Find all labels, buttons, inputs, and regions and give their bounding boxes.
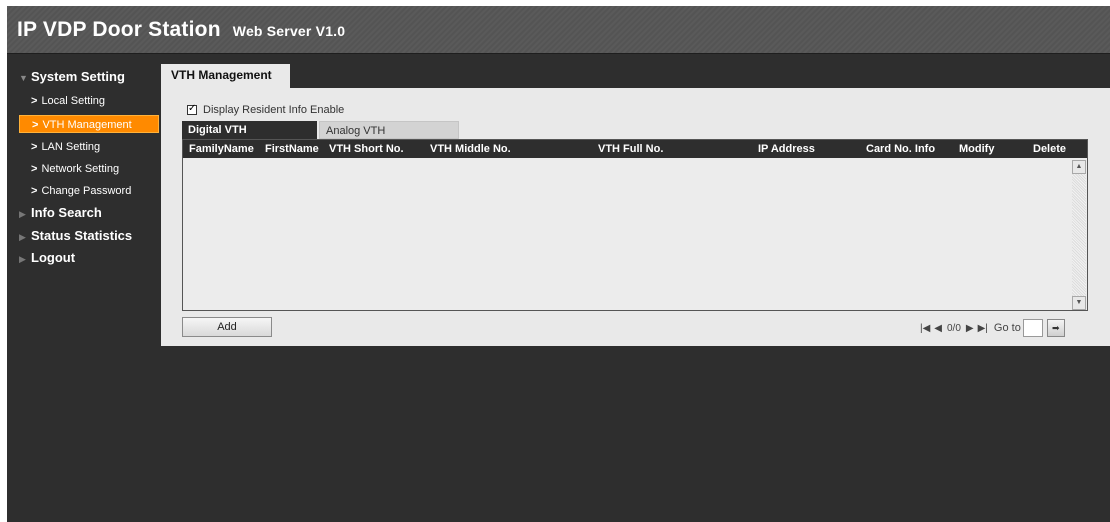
page-count: 0/0 [947,322,961,334]
chevron-right-icon: > [31,185,38,197]
display-resident-info-row[interactable]: Display Resident Info Enable [187,102,344,118]
tab-vth-management[interactable]: VTH Management [161,64,290,88]
go-button[interactable]: ➡ [1046,319,1065,337]
sidebar-group-label: Info Search [31,205,102,220]
next-page-icon[interactable]: ▶ [966,323,974,334]
goto-label: Go to [993,322,1021,334]
table-scrollbar[interactable]: ▲ ▼ [1072,160,1086,310]
sidebar-group-logout[interactable]: ▶ Logout [19,250,75,265]
sidebar-group-label: Logout [31,250,76,265]
sidebar-item-label: VTH Management [42,119,132,131]
scroll-up-button[interactable]: ▲ [1072,160,1086,174]
chevron-right-icon: > [31,95,38,107]
column-header-vth-middle-no: VTH Middle No. [430,143,511,155]
chevron-right-icon: > [31,163,38,175]
column-header-vth-full-no: VTH Full No. [598,143,664,155]
add-button[interactable]: Add [182,317,272,337]
app-title: IP VDP Door Station Web Server V1.0 [17,18,345,42]
first-page-icon[interactable]: |◀ [920,323,930,334]
triangle-right-icon: ▶ [19,232,26,242]
triangle-right-icon: ▶ [19,254,26,264]
go-arrow-icon: ➡ [1052,323,1060,333]
vth-table: FamilyName FirstName VTH Short No. VTH M… [182,139,1088,311]
sidebar-item-network-setting[interactable]: > Network Setting [19,160,159,178]
sidebar-item-label: LAN Setting [41,141,101,153]
display-resident-info-checkbox[interactable] [187,103,197,115]
tab-analog-vth-management[interactable]: Analog VTH Management [319,121,459,155]
sidebar-item-label: Change Password [41,185,132,197]
app-frame: IP VDP Door Station Web Server V1.0 ▼ Sys… [7,6,1110,522]
pager: |◀ ◀ 0/0 ▶ ▶| Go to ➡ [920,318,1065,338]
sidebar-group-status-statistics[interactable]: ▶ Status Statistics [19,228,132,243]
column-header-first-name: FirstName [265,143,319,155]
sidebar-item-local-setting[interactable]: > Local Setting [19,92,159,110]
sidebar-group-label: System Setting [31,69,125,84]
content-topbar [290,64,1110,88]
tab-digital-vth-management[interactable]: Digital VTH Management [182,121,317,154]
sidebar-item-lan-setting[interactable]: > LAN Setting [19,138,159,156]
sidebar: ▼ System Setting > Local Setting > VTH Mana… [7,54,159,522]
triangle-down-icon: ▼ [19,73,28,83]
app-title-text: IP VDP Door Station [17,18,221,41]
chevron-right-icon: > [32,119,39,131]
sidebar-item-label: Network Setting [41,163,120,175]
column-header-modify: Modify [959,143,995,155]
header: IP VDP Door Station Web Server V1.0 [7,6,1110,54]
chevron-right-icon: > [31,141,38,153]
column-header-ip-address: IP Address [758,143,815,155]
sidebar-item-vth-management[interactable]: > VTH Management [19,115,159,133]
column-header-family-name: FamilyName [189,143,254,155]
display-resident-info-label: Display Resident Info Enable [203,104,345,116]
column-header-card-no-info: Card No. Info [866,143,936,155]
sidebar-group-system-setting[interactable]: ▼ System Setting [19,69,125,84]
sidebar-group-info-search[interactable]: ▶ Info Search [19,205,102,220]
goto-page-input[interactable] [1022,319,1043,337]
column-header-delete: Delete [1033,143,1067,155]
last-page-icon[interactable]: ▶| [978,323,988,334]
table-header: FamilyName FirstName VTH Short No. VTH M… [183,140,1087,158]
sidebar-item-label: Local Setting [41,95,106,107]
triangle-right-icon: ▶ [19,209,26,219]
column-header-vth-short-no: VTH Short No. [329,143,404,155]
scroll-down-button[interactable]: ▼ [1072,296,1086,310]
sidebar-item-change-password[interactable]: > Change Password [19,182,159,200]
prev-page-icon[interactable]: ◀ [934,323,942,334]
app-subtitle: Web Server V1.0 [232,23,346,39]
sidebar-group-label: Status Statistics [31,228,133,243]
